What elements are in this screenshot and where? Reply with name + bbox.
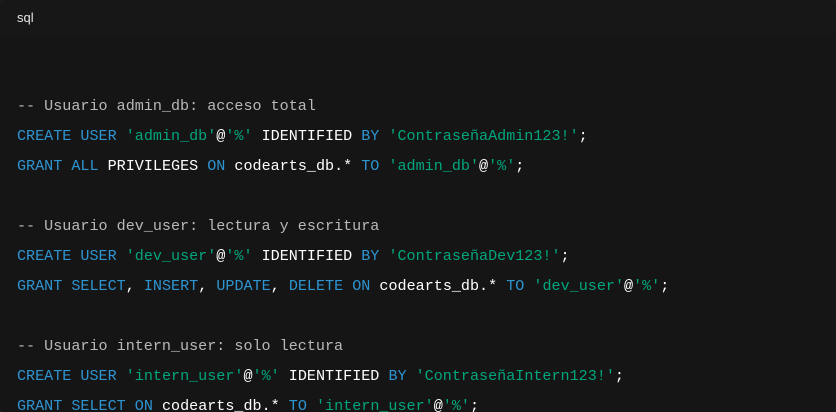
code-token: USER xyxy=(80,367,117,385)
code-line: -- Usuario admin_db: acceso total xyxy=(17,95,316,117)
code-line: -- Usuario dev_user: lectura y escritura xyxy=(17,215,379,237)
code-token: ON xyxy=(207,157,226,175)
code-token: '%' xyxy=(225,247,253,265)
code-token: SELECT xyxy=(71,277,126,295)
code-token: '%' xyxy=(488,157,516,175)
code-token: '%' xyxy=(225,127,253,145)
code-token: '%' xyxy=(633,277,661,295)
code-token: PRIVILEGES xyxy=(98,157,208,175)
code-token: IDENTIFIED xyxy=(252,247,362,265)
code-token: TO xyxy=(506,277,525,295)
code-token: -- Usuario admin_db: acceso total xyxy=(17,97,316,115)
code-token: 'dev_user' xyxy=(125,247,217,265)
code-token: '%' xyxy=(442,397,470,412)
code-line: GRANT ALL PRIVILEGES ON codearts_db.* TO… xyxy=(17,155,524,177)
code-token: CREATE xyxy=(17,247,72,265)
code-token: codearts_db.* xyxy=(152,397,289,412)
code-line: CREATE USER 'admin_db'@'%' IDENTIFIED BY… xyxy=(17,125,588,147)
code-token: SELECT xyxy=(71,397,126,412)
code-token: 'admin_db' xyxy=(125,127,217,145)
code-token: ON xyxy=(352,277,371,295)
code-token: GRANT xyxy=(17,397,63,412)
code-token: UPDATE xyxy=(216,277,271,295)
code-token: ALL xyxy=(71,157,99,175)
code-token: IDENTIFIED xyxy=(279,367,389,385)
code-token: @ xyxy=(479,157,489,175)
code-content[interactable]: -- Usuario admin_db: acceso total CREATE … xyxy=(0,38,836,412)
code-language-label: sql xyxy=(17,10,34,25)
code-token: ; xyxy=(469,397,480,412)
code-token: BY xyxy=(361,247,380,265)
code-token: INSERT xyxy=(143,277,199,295)
code-token: 'ContraseñaDev123!' xyxy=(388,247,561,265)
code-token: USER xyxy=(80,247,117,265)
code-token: @ xyxy=(216,247,226,265)
code-token: '%' xyxy=(252,367,280,385)
code-token: @ xyxy=(433,397,443,412)
code-line: CREATE USER 'intern_user'@'%' IDENTIFIED… xyxy=(17,365,624,387)
code-token: ; xyxy=(578,127,588,145)
code-line: -- Usuario intern_user: solo lectura xyxy=(17,335,343,357)
code-token: ; xyxy=(560,247,570,265)
code-token: 'ContraseñaAdmin123!' xyxy=(388,127,579,145)
code-token: ; xyxy=(660,277,670,295)
code-token: , xyxy=(270,277,289,295)
code-token: BY xyxy=(388,367,407,385)
code-token: codearts_db.* xyxy=(225,157,362,175)
code-token: -- Usuario dev_user: lectura y escritura xyxy=(17,217,380,235)
code-token: -- Usuario intern_user: solo lectura xyxy=(17,337,344,355)
code-token: 'intern_user' xyxy=(315,397,434,412)
code-token: GRANT xyxy=(17,157,63,175)
code-token: GRANT xyxy=(17,277,63,295)
code-token: @ xyxy=(624,277,634,295)
code-token: 'admin_db' xyxy=(388,157,480,175)
code-token: @ xyxy=(243,367,253,385)
code-token: , xyxy=(198,277,217,295)
code-token: TO xyxy=(361,157,380,175)
code-token: 'dev_user' xyxy=(533,277,624,295)
code-token: 'ContraseñaIntern123!' xyxy=(415,367,615,385)
code-line: CREATE USER 'dev_user'@'%' IDENTIFIED BY… xyxy=(17,245,570,267)
code-token: CREATE xyxy=(17,127,72,145)
code-token: TO xyxy=(288,397,307,412)
code-token: ; xyxy=(515,157,525,175)
code-token: codearts_db.* xyxy=(370,277,507,295)
code-token: BY xyxy=(361,127,380,145)
code-token: IDENTIFIED xyxy=(252,127,362,145)
code-line: GRANT SELECT, INSERT, UPDATE, DELETE ON … xyxy=(17,275,669,297)
code-block-header: sql xyxy=(0,0,836,38)
code-token: @ xyxy=(216,127,226,145)
code-line: GRANT SELECT ON codearts_db.* TO 'intern… xyxy=(17,395,479,412)
code-token: 'intern_user' xyxy=(125,367,244,385)
code-token: DELETE xyxy=(288,277,344,295)
code-block: sql -- Usuario admin_db: acceso total CRE… xyxy=(0,0,836,412)
code-token: ; xyxy=(614,367,624,385)
code-token: USER xyxy=(80,127,117,145)
code-token: CREATE xyxy=(17,367,72,385)
code-token: , xyxy=(125,277,144,295)
code-token: ON xyxy=(134,397,153,412)
